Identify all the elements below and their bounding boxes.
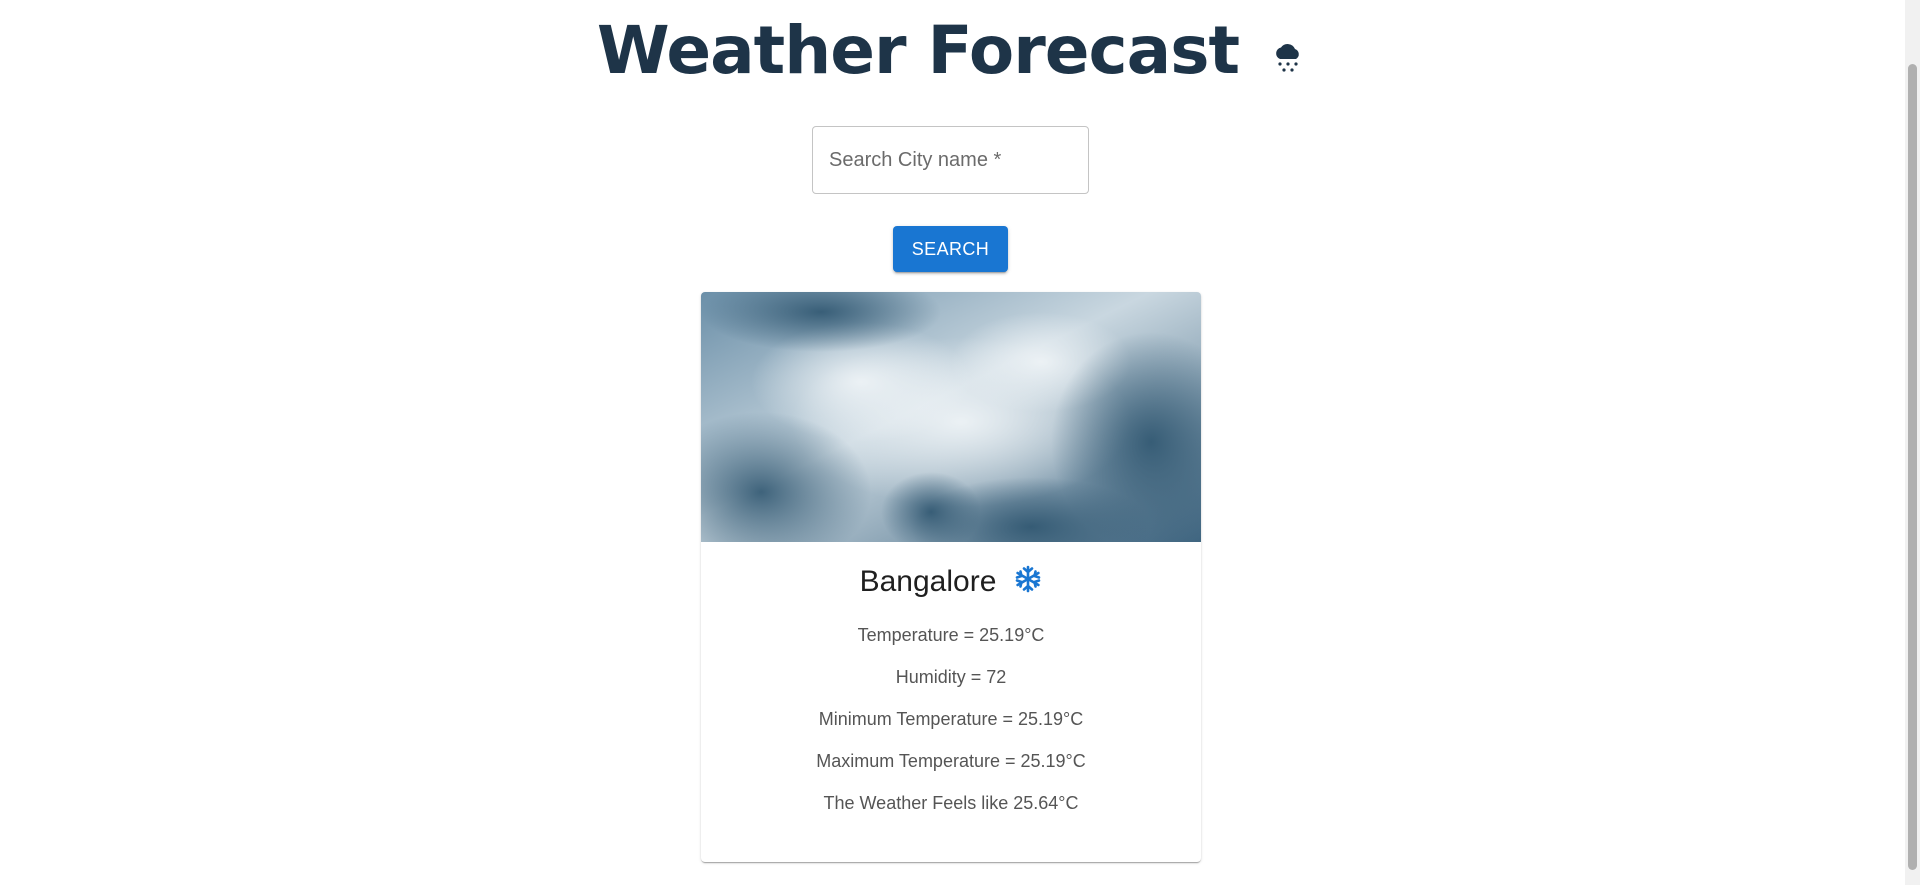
city-name: Bangalore	[859, 565, 997, 598]
weather-app-page: Weather Forecast SEARCH	[0, 0, 1920, 885]
city-search-input[interactable]	[813, 127, 1088, 193]
cloudy-sky-image	[701, 292, 1201, 542]
weather-card-content: Bangalore Temperature = 25.19°C Humidity…	[701, 560, 1201, 814]
page-scrollbar[interactable]	[1905, 0, 1920, 885]
header: Weather Forecast	[0, 0, 1900, 100]
max-temperature-text: Maximum Temperature = 25.19°C	[816, 751, 1086, 771]
min-temperature-text: Minimum Temperature = 25.19°C	[818, 709, 1084, 729]
humidity-text: Humidity = 72	[895, 667, 1007, 687]
city-search-field[interactable]	[812, 126, 1089, 194]
cloud-snow-icon	[1273, 43, 1303, 75]
snowflake-icon	[1014, 565, 1042, 593]
feels-like-text: The Weather Feels like 25.64°C	[823, 793, 1079, 813]
city-row: Bangalore	[701, 560, 1201, 604]
search-button[interactable]: SEARCH	[893, 226, 1008, 272]
weather-card: Bangalore Temperature = 25.19°C Humidity…	[701, 292, 1201, 862]
page-title: Weather Forecast	[596, 12, 1240, 89]
temperature-text: Temperature = 25.19°C	[857, 625, 1045, 645]
scrollbar-thumb[interactable]	[1908, 64, 1917, 870]
